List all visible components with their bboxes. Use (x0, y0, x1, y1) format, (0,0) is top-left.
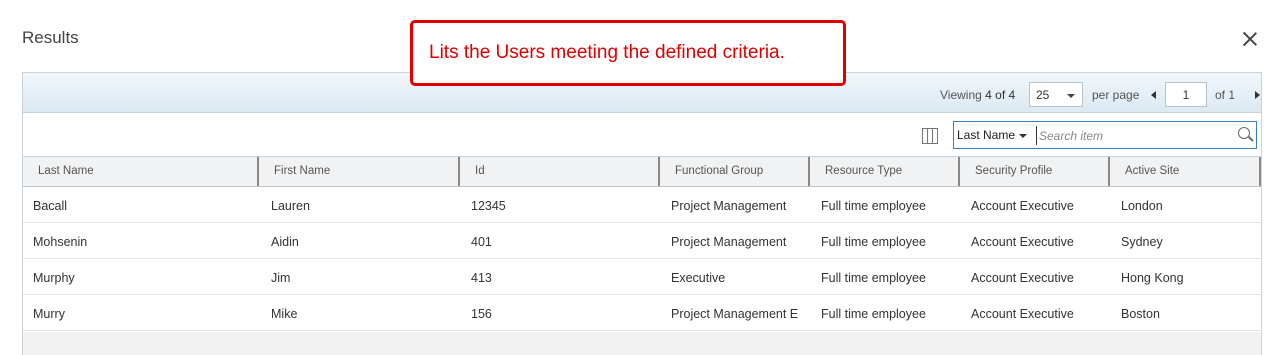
table-body: Bacall Lauren 12345 Project Management F… (23, 187, 1261, 331)
cell-active-site: London (1121, 199, 1163, 213)
per-page-label: per page (1092, 88, 1140, 102)
cell-id: 156 (471, 307, 492, 321)
cell-security-profile: Account Executive (971, 307, 1074, 321)
column-header-security-profile[interactable]: Security Profile (960, 157, 1110, 186)
close-icon[interactable] (1241, 30, 1259, 48)
cell-last-name: Murphy (33, 271, 75, 285)
cell-first-name: Aidin (271, 235, 299, 249)
cell-id: 401 (471, 235, 492, 249)
cell-first-name: Jim (271, 271, 291, 285)
cell-first-name: Mike (271, 307, 298, 321)
table-row[interactable]: Mohsenin Aidin 401 Project Management Fu… (23, 223, 1261, 259)
cell-resource-type: Full time employee (821, 235, 926, 249)
search-icon[interactable] (1238, 127, 1250, 139)
cell-id: 12345 (471, 199, 506, 213)
viewing-value: 4 of 4 (985, 88, 1016, 102)
table-row[interactable]: Murphy Jim 413 Executive Full time emplo… (23, 259, 1261, 295)
columns-icon[interactable] (922, 128, 938, 144)
search-field-select[interactable]: Last Name (957, 128, 1028, 142)
cell-functional-group: Project Management (671, 235, 787, 249)
per-page-select[interactable]: 25 (1029, 82, 1083, 107)
cell-active-site: Hong Kong (1121, 271, 1184, 285)
cell-security-profile: Account Executive (971, 235, 1074, 249)
cell-last-name: Mohsenin (33, 235, 88, 249)
cell-active-site: Sydney (1121, 235, 1163, 249)
search-input[interactable] (1036, 126, 1226, 145)
cell-id: 413 (471, 271, 492, 285)
table-row[interactable]: Murry Mike 156 Project Management E Full… (23, 295, 1261, 331)
chevron-right-icon[interactable] (1255, 91, 1260, 99)
cell-functional-group: Project Management E (671, 307, 799, 321)
annotation-callout: Lits the Users meeting the defined crite… (410, 20, 846, 86)
table-row[interactable]: Bacall Lauren 12345 Project Management F… (23, 187, 1261, 223)
table-header: Last Name First Name Id Functional Group… (23, 157, 1261, 187)
page-number-input[interactable]: 1 (1165, 82, 1207, 107)
cell-last-name: Murry (33, 307, 65, 321)
cell-resource-type: Full time employee (821, 307, 926, 321)
column-header-id[interactable]: Id (460, 157, 660, 186)
cell-resource-type: Full time employee (821, 199, 926, 213)
cell-functional-group: Project Management (671, 199, 787, 213)
viewing-label: Viewing (940, 88, 982, 102)
cell-last-name: Bacall (33, 199, 68, 213)
chevron-down-icon (1067, 94, 1075, 98)
grid-toolbar: Last Name (23, 114, 1261, 157)
dialog-title: Results (22, 28, 79, 47)
per-page-value: 25 (1036, 88, 1050, 102)
cell-resource-type: Full time employee (821, 271, 926, 285)
column-header-active-site[interactable]: Active Site (1110, 157, 1261, 186)
column-header-first-name[interactable]: First Name (259, 157, 460, 186)
cell-security-profile: Account Executive (971, 199, 1074, 213)
viewing-count: Viewing 4 of 4 (940, 88, 1015, 102)
chevron-left-icon[interactable] (1151, 91, 1156, 99)
chevron-down-icon (1019, 133, 1028, 138)
results-grid-panel: Viewing 4 of 4 25 per page 1 of 1 Last N… (22, 72, 1262, 355)
grid-footer (23, 332, 1261, 355)
column-header-last-name[interactable]: Last Name (23, 157, 259, 186)
callout-text: Lits the Users meeting the defined crite… (429, 42, 785, 63)
page-total: of 1 (1215, 88, 1236, 102)
search-field-label: Last Name (957, 128, 1016, 142)
search-box: Last Name (953, 121, 1257, 149)
cell-first-name: Lauren (271, 199, 310, 213)
cell-functional-group: Executive (671, 271, 726, 285)
column-header-functional-group[interactable]: Functional Group (660, 157, 810, 186)
cell-active-site: Boston (1121, 307, 1160, 321)
cell-security-profile: Account Executive (971, 271, 1074, 285)
column-header-resource-type[interactable]: Resource Type (810, 157, 960, 186)
